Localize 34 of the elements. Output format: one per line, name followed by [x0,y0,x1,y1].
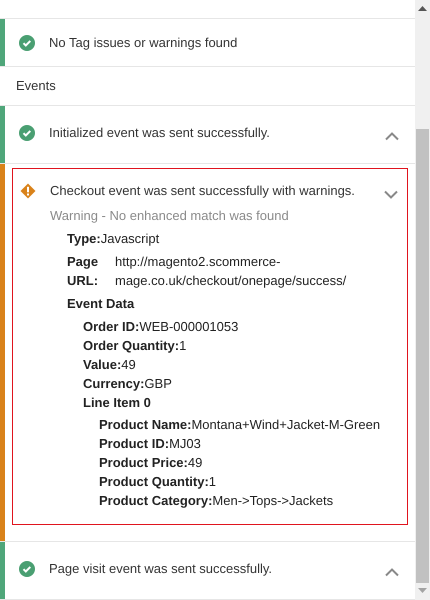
data-field: Value:49 [83,354,398,374]
event-item[interactable]: Page visit event was sent successfully. [0,542,415,600]
chevron-down-icon[interactable] [384,190,398,199]
data-field: Order ID:WEB-000001053 [83,316,398,336]
tag-status-text: No Tag issues or warnings found [49,34,238,52]
event-title: Initialized event was sent successfully. [49,124,271,142]
data-field: Product ID:MJ03 [99,434,398,452]
data-field: Product Name:Montana+Wind+Jacket-M-Green [99,414,398,434]
data-field: Product Price:49 [99,452,398,472]
event-item[interactable] [0,164,415,542]
warning-message: Warning - No enhanced match was found [49,206,290,225]
check-circle-icon [19,124,35,140]
page-url-label: Page URL: [67,252,100,290]
scroll-down-icon[interactable] [418,588,427,593]
event-data-title: Event Data [67,294,134,312]
chevron-up-icon[interactable] [385,568,399,576]
event-item[interactable]: Initialized event was sent successfully. [0,106,415,164]
scrollbar[interactable] [415,0,430,600]
data-field: Order Quantity:1 [83,336,398,354]
event-title: Checkout event was sent successfully with warnings. [50,182,356,200]
check-circle-icon [19,34,35,51]
event-title: Page visit event was sent successfully. [49,560,274,578]
line-item-title: Line Item 0 [83,394,151,412]
data-field: Product Quantity:1 [99,472,398,490]
events-heading: Events [16,77,56,96]
check-circle-icon [19,560,35,576]
scroll-up-icon[interactable] [418,6,427,11]
data-field: Product Category:Men->Tops->Jackets [99,490,398,510]
scrollbar-thumb[interactable] [416,129,429,583]
page-url-value: http://magento2.scommerce-mage.co.uk/checkout/onepage/success/ [115,252,348,290]
warning-icon [20,183,36,199]
type-field: Type:Javascript [67,228,398,248]
data-field: Currency:GBP [83,374,398,392]
chevron-up-icon[interactable] [385,132,399,140]
